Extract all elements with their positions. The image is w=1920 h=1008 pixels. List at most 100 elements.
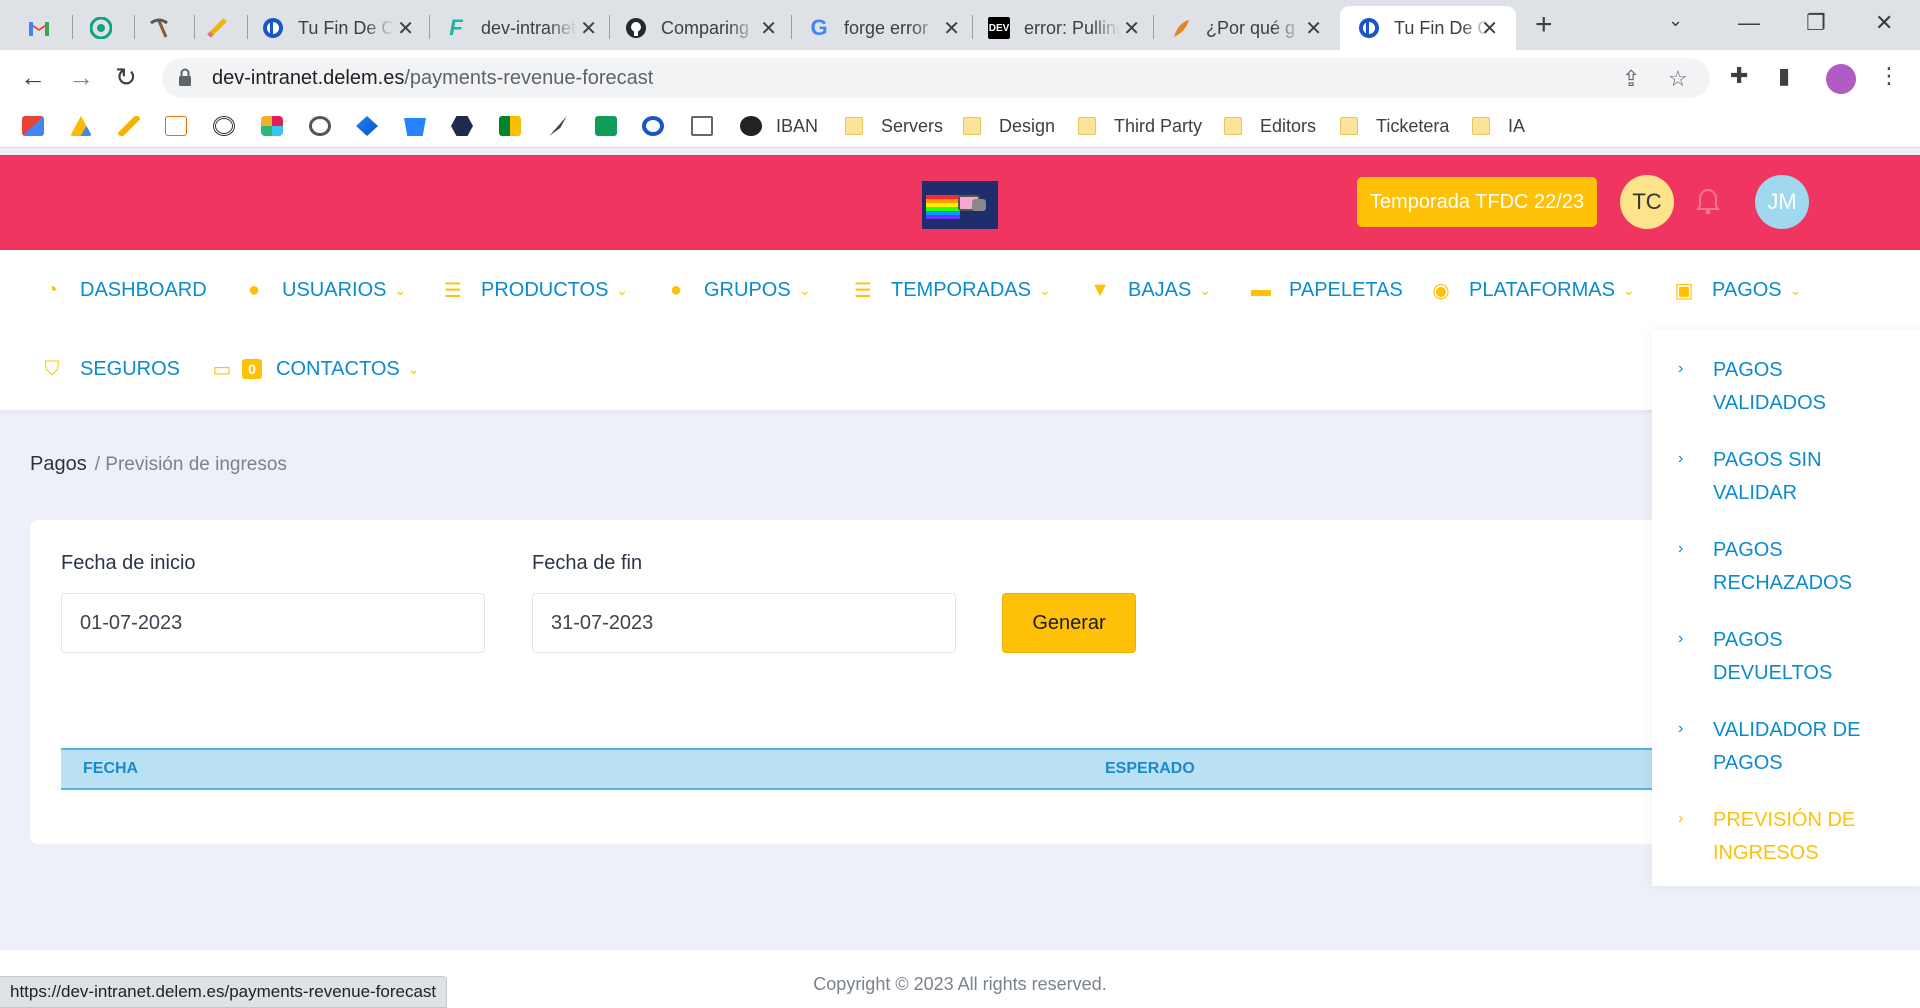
minimize-icon[interactable]: — — [1738, 10, 1760, 36]
bookmark-tfdc[interactable] — [642, 114, 678, 138]
address-bar[interactable]: dev-intranet.delem.es/payments-revenue-f… — [162, 58, 1710, 98]
user-avatar-jm[interactable]: JM — [1755, 175, 1809, 229]
dropdown-item-pagos-devueltos[interactable]: › PAGOS DEVUELTOS — [1652, 622, 1920, 688]
tab-tfdc-active[interactable]: Tu Fin De C ✕ — [1340, 6, 1516, 50]
close-icon[interactable]: ✕ — [1481, 16, 1498, 41]
close-icon[interactable]: ✕ — [1305, 16, 1322, 41]
close-window-icon[interactable]: ✕ — [1875, 10, 1893, 36]
tab-pickaxe[interactable] — [148, 6, 192, 50]
start-date-input[interactable]: 01-07-2023 — [61, 593, 485, 653]
close-icon[interactable]: ✕ — [1123, 16, 1140, 41]
menu-seguros[interactable]: ⛉ SEGUROS — [40, 354, 181, 384]
menu-contactos[interactable]: ▭ 0 CONTACTOS ⌄ — [210, 354, 420, 384]
tab-gmail[interactable] — [28, 6, 72, 50]
contactos-badge: 0 — [242, 359, 262, 379]
bookmark-label: Ticketera — [1376, 115, 1450, 136]
menu-grupos[interactable]: ● GRUPOS ⌄ — [664, 275, 810, 305]
bookmark-folder-editors[interactable]: Editors — [1224, 114, 1316, 138]
bookmark-star-icon[interactable]: ☆ — [1668, 66, 1688, 92]
thumbs-down-icon: ▼ — [1090, 278, 1110, 301]
bitbucket-icon — [404, 118, 426, 136]
bookmark-folder-third-party[interactable]: Third Party — [1078, 114, 1202, 138]
close-icon[interactable]: ✕ — [397, 16, 414, 41]
user-avatar-tc[interactable]: TC — [1620, 175, 1674, 229]
extensions-icon[interactable]: ✚ — [1730, 63, 1748, 89]
close-icon[interactable]: ✕ — [943, 16, 960, 41]
bookmark-meet[interactable] — [499, 114, 535, 138]
side-panel-icon[interactable]: ▮ — [1778, 63, 1790, 89]
bookmark-slack[interactable] — [261, 114, 297, 138]
menu-productos[interactable]: ☰ PRODUCTOS ⌄ — [441, 275, 628, 305]
menu-papeletas[interactable]: ▬ PAPELETAS — [1249, 275, 1403, 305]
bookmark-bitbucket[interactable] — [404, 114, 440, 138]
tab-chatgpt[interactable] — [90, 6, 134, 50]
status-bar-url: https://dev-intranet.delem.es/payments-r… — [0, 976, 448, 1008]
bookmark-gmail[interactable] — [22, 114, 58, 138]
menu-icon[interactable]: ⋮ — [1878, 63, 1900, 89]
bookmark-folder-design[interactable]: Design — [963, 114, 1055, 138]
url-text: dev-intranet.delem.es/payments-revenue-f… — [212, 67, 654, 89]
bookmark-folder-servers[interactable]: Servers — [845, 114, 943, 138]
tab-google[interactable]: G forge error ✕ — [808, 6, 978, 50]
generate-button[interactable]: Generar — [1002, 593, 1136, 653]
nyan-cat-logo[interactable] — [922, 181, 998, 229]
bookmark-folder-ia[interactable]: IA — [1472, 114, 1525, 138]
menu-pagos[interactable]: ▣ PAGOS ⌄ — [1672, 275, 1802, 305]
close-icon[interactable]: ✕ — [580, 16, 597, 41]
tab-tfdc[interactable]: Tu Fin De Curso ✕ — [262, 6, 432, 50]
end-date-input[interactable]: 31-07-2023 — [532, 593, 956, 653]
breadcrumb-root[interactable]: Pagos — [30, 453, 87, 475]
tab-separator — [247, 15, 248, 39]
season-selector[interactable]: Temporada TFDC 22/23 — [1357, 177, 1597, 227]
bookmark-jira[interactable] — [356, 114, 392, 138]
bookmark-hex[interactable] — [451, 114, 487, 138]
tab-dev-intranet[interactable]: F dev-intranet ✕ — [445, 6, 615, 50]
bookmark-drive[interactable] — [70, 114, 106, 138]
menu-usuarios[interactable]: ● USUARIOS ⌄ — [242, 275, 406, 305]
slack-icon — [261, 116, 283, 136]
lock-icon — [179, 68, 191, 86]
dropdown-item-pagos-sin-validar[interactable]: › PAGOS SIN VALIDAR — [1652, 442, 1920, 508]
close-icon[interactable]: ✕ — [760, 16, 777, 41]
restore-icon[interactable]: ❐ — [1806, 10, 1826, 36]
new-tab-button[interactable]: + — [1535, 8, 1553, 42]
bookmark-iban[interactable]: IBAN — [740, 114, 818, 138]
feather-icon — [549, 116, 567, 136]
forward-button[interactable]: → — [68, 62, 94, 92]
tab-pencil[interactable] — [206, 6, 250, 50]
bookmark-rtve[interactable] — [165, 114, 201, 138]
column-esperado[interactable]: ESPERADO — [1105, 760, 1195, 778]
shield-icon: ⛉ — [44, 357, 60, 380]
bookmark-folder-ticketera[interactable]: Ticketera — [1340, 114, 1449, 138]
dev-icon: DEV — [988, 17, 1010, 39]
menu-plataformas[interactable]: ◉ PLATAFORMAS ⌄ — [1429, 275, 1634, 305]
dropdown-item-validador-de-pagos[interactable]: › VALIDADOR DE PAGOS — [1652, 712, 1920, 778]
bell-icon[interactable] — [1696, 188, 1720, 216]
dropdown-item-label: PAGOS SIN VALIDAR — [1713, 449, 1822, 504]
dropdown-item-pagos-validados[interactable]: › PAGOS VALIDADOS — [1652, 352, 1920, 418]
tab-github[interactable]: Comparing ✕ — [625, 6, 795, 50]
share-icon[interactable]: ⇪ — [1622, 66, 1640, 92]
dropdown-item-pagos-rechazados[interactable]: › PAGOS RECHAZADOS — [1652, 532, 1920, 598]
tab-title: forge error — [844, 17, 929, 38]
profile-avatar[interactable] — [1826, 64, 1856, 94]
menu-bajas[interactable]: ▼ BAJAS ⌄ — [1088, 275, 1211, 305]
back-button[interactable]: ← — [20, 62, 46, 92]
bookmark-fingerprint[interactable] — [213, 114, 249, 138]
bookmark-github[interactable] — [309, 114, 345, 138]
bookmark-label: Editors — [1260, 115, 1317, 136]
tab-dev-to[interactable]: DEV error: Pulling ✕ — [988, 6, 1158, 50]
tab-por-que[interactable]: ¿Por qué g ✕ — [1170, 6, 1340, 50]
dropdown-item-prevision-de-ingresos[interactable]: › PREVISIÓN DE INGRESOS — [1652, 802, 1920, 868]
menu-dashboard[interactable]: ◔ DASHBOARD — [40, 275, 207, 305]
bookmark-search[interactable] — [691, 114, 727, 138]
bookmark-sheets[interactable] — [595, 114, 631, 138]
bookmark-pencil[interactable] — [118, 114, 154, 138]
dropdown-item-label: PAGOS RECHAZADOS — [1713, 539, 1852, 594]
bookmark-feather[interactable] — [547, 114, 583, 138]
menu-label: DASHBOARD — [80, 278, 207, 301]
reload-button[interactable]: ↻ — [115, 62, 137, 92]
tab-search-icon[interactable]: ⌄ — [1668, 10, 1683, 31]
column-fecha[interactable]: FECHA — [83, 760, 138, 778]
menu-temporadas[interactable]: ☰ TEMPORADAS ⌄ — [851, 275, 1051, 305]
